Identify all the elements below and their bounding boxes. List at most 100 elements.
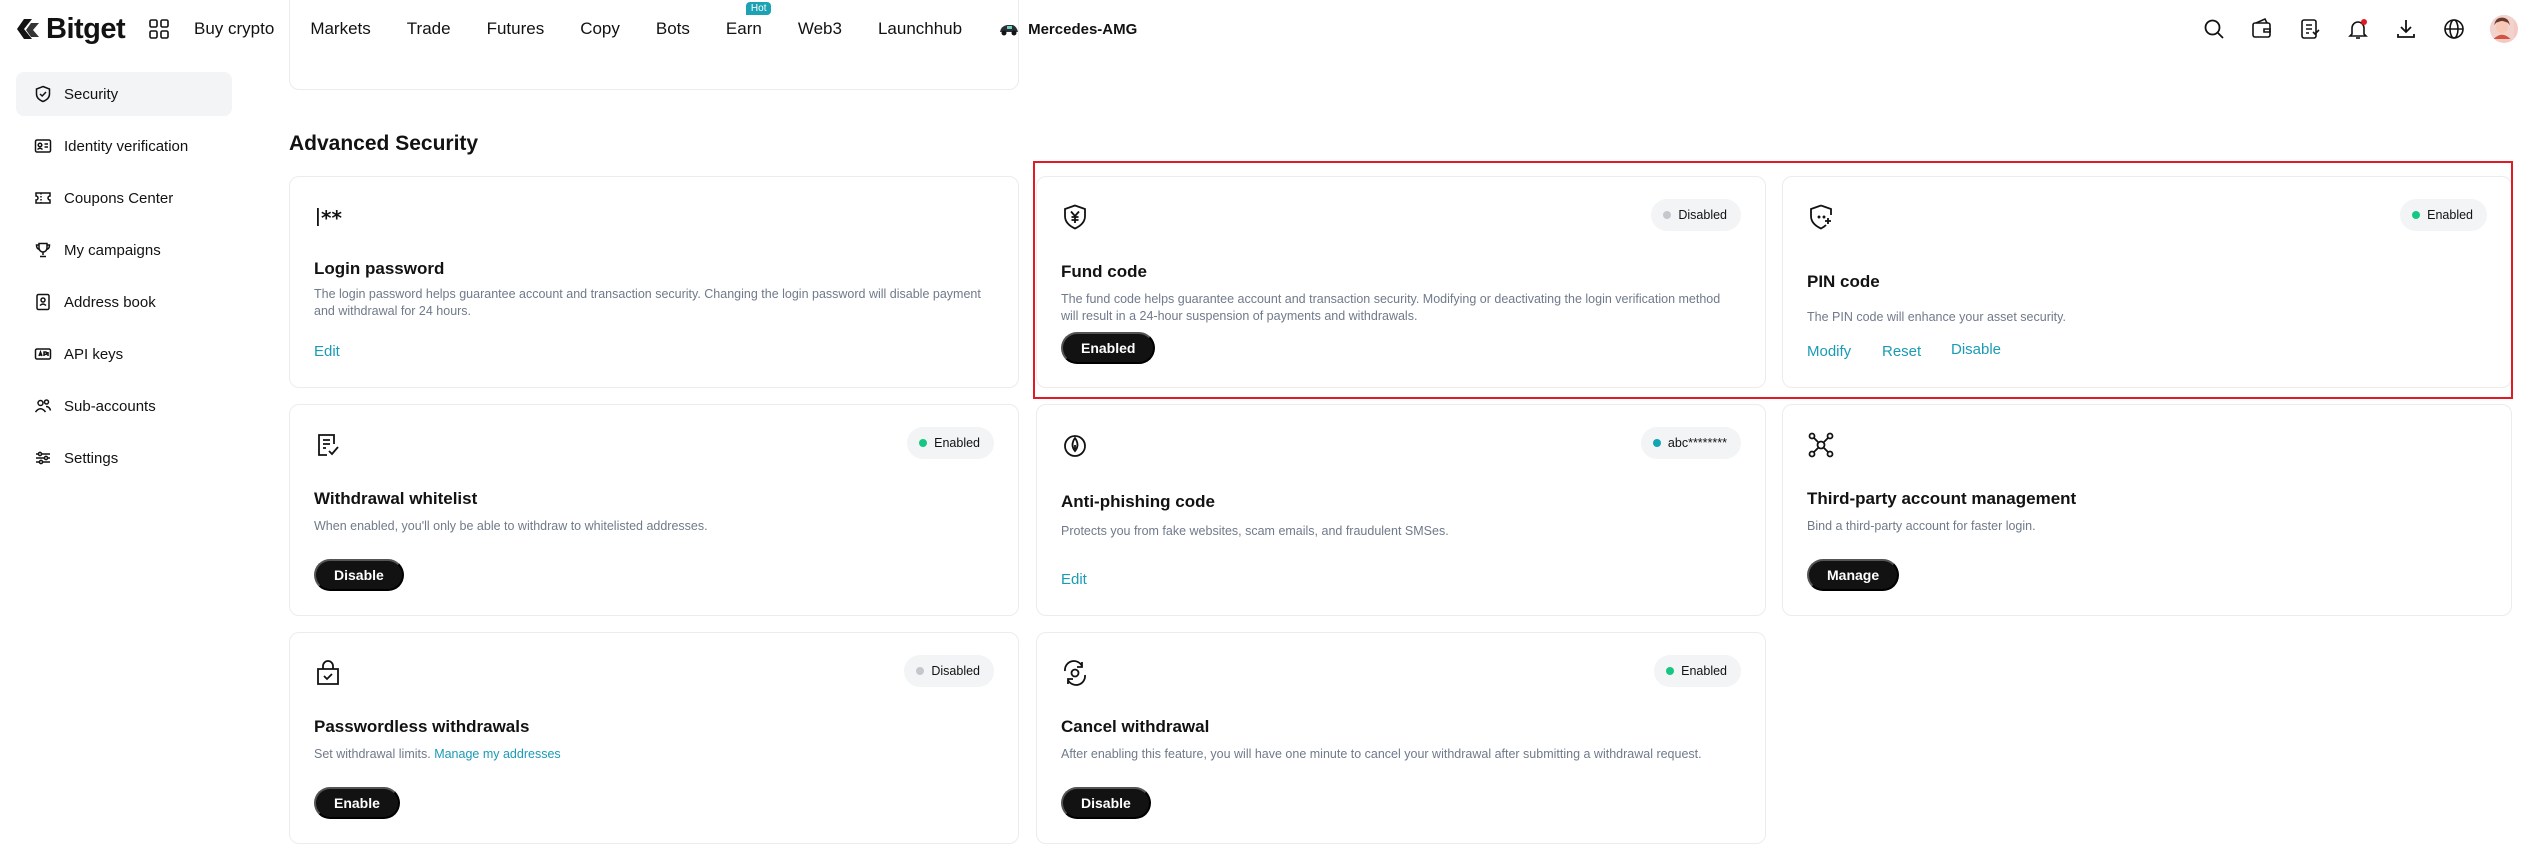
status-label: Enabled	[2427, 208, 2473, 222]
top-right-toolbar	[2202, 15, 2518, 43]
partner-label: Mercedes-AMG	[1028, 20, 1138, 38]
status-badge: abc********	[1640, 427, 1741, 459]
cancel-withdrawal-icon	[1064, 660, 1086, 686]
sidebar-item-my-campaigns[interactable]: My campaigns	[16, 228, 232, 272]
card-description: The fund code helps guarantee account an…	[1061, 292, 1721, 323]
wallet-icon[interactable]	[2250, 17, 2274, 41]
card-title: Anti-phishing code	[1061, 492, 1215, 511]
reset-pin-link[interactable]: Reset	[1882, 343, 1921, 360]
card-description: Protects you from fake websites, scam em…	[1061, 524, 1449, 538]
sidebar-item-coupons-center[interactable]: Coupons Center	[16, 176, 232, 220]
card-cancel-withdrawal: Enabled Cancel withdrawal After enabling…	[1036, 632, 1766, 844]
users-icon	[34, 399, 52, 413]
shield-icon	[35, 85, 51, 103]
sidebar-item-label: Coupons Center	[64, 189, 174, 207]
previous-card	[289, 0, 1019, 90]
svg-text:**: **	[321, 206, 342, 230]
status-badge: Enabled	[2400, 199, 2487, 231]
sidebar-item-sub-accounts[interactable]: Sub-accounts	[16, 384, 232, 428]
card-title: Third-party account management	[1807, 489, 2077, 508]
status-badge: Enabled	[907, 427, 994, 459]
sidebar-item-address-book[interactable]: Address book	[16, 280, 232, 324]
sidebar-item-label: My campaigns	[64, 241, 161, 259]
sidebar-item-label: Address book	[64, 293, 156, 311]
card-title: Passwordless withdrawals	[314, 717, 530, 736]
card-passwordless-withdrawals: Disabled Passwordless withdrawals Set wi…	[289, 632, 1019, 844]
edit-anti-phishing-link[interactable]: Edit	[1061, 571, 1087, 588]
edit-login-password-link[interactable]: Edit	[314, 343, 340, 360]
card-description: After enabling this feature, you will ha…	[1061, 747, 1702, 761]
card-pin-code: Enabled PIN code The PIN code will enhan…	[1782, 176, 2512, 388]
address-book-icon	[36, 293, 50, 311]
card-withdrawal-whitelist: Enabled Withdrawal whitelist When enable…	[289, 404, 1019, 616]
user-avatar[interactable]	[2490, 15, 2518, 43]
manage-addresses-link[interactable]: Manage my addresses	[434, 747, 560, 761]
card-title: Fund code	[1061, 262, 1147, 281]
anti-phishing-icon	[1064, 435, 1086, 457]
checklist-icon	[318, 434, 339, 456]
status-dot	[1666, 667, 1675, 675]
card-fund-code: Disabled Fund code The fund code helps g…	[1036, 176, 1766, 388]
brand-name: Bitget	[46, 13, 126, 45]
sidebar: Security Identity verification Coupons C…	[16, 72, 232, 488]
sidebar-item-label: Sub-accounts	[64, 397, 156, 415]
api-key-icon	[34, 348, 52, 360]
card-description: Set withdrawal limits. Manage my address…	[314, 746, 990, 763]
anti-phishing-code-value: abc********	[1667, 436, 1727, 450]
sliders-icon	[36, 451, 50, 465]
card-login-password: ** Login password The login password hel…	[289, 176, 1019, 388]
card-title: Withdrawal whitelist	[314, 489, 478, 508]
orders-icon[interactable]	[2298, 17, 2322, 41]
sidebar-item-label: Identity verification	[64, 137, 189, 155]
card-description: When enabled, you'll only be able to wit…	[314, 519, 708, 533]
status-dot	[1652, 439, 1661, 447]
status-dot	[916, 667, 925, 675]
network-nodes-icon	[1808, 432, 1834, 458]
card-description: Bind a third-party account for faster lo…	[1807, 519, 2036, 533]
card-title: Login password	[314, 259, 445, 278]
passwordless-enable-button[interactable]: Enable	[314, 787, 400, 819]
sidebar-item-label: Security	[64, 85, 119, 103]
download-icon[interactable]	[2394, 17, 2418, 41]
card-description: The login password helps guarantee accou…	[314, 287, 981, 318]
status-badge: Enabled	[1654, 655, 1741, 687]
disable-pin-link[interactable]: Disable	[1951, 341, 2001, 358]
nav-buy-crypto[interactable]: Buy crypto	[194, 19, 274, 39]
status-label: Enabled	[934, 436, 980, 450]
modify-pin-link[interactable]: Modify	[1807, 343, 1851, 360]
card-description-text: Set withdrawal limits.	[314, 747, 431, 761]
third-party-manage-button[interactable]: Manage	[1807, 559, 1900, 591]
sidebar-item-settings[interactable]: Settings	[16, 436, 232, 480]
status-badge: Disabled	[904, 655, 994, 687]
fund-code-enable-button[interactable]: Enabled	[1061, 332, 1156, 364]
notification-bell-icon[interactable]	[2346, 17, 2370, 41]
sidebar-item-identity-verification[interactable]: Identity verification	[16, 124, 232, 168]
status-dot	[2412, 211, 2421, 219]
card-description: The PIN code will enhance your asset sec…	[1807, 310, 2066, 324]
pin-shield-icon	[1810, 204, 1832, 230]
card-title: PIN code	[1807, 272, 1880, 291]
card-third-party: Third-party account management Bind a th…	[1782, 404, 2512, 616]
bitget-logo[interactable]: Bitget	[14, 13, 126, 46]
globe-icon[interactable]	[2442, 17, 2466, 41]
sidebar-item-label: API keys	[64, 345, 124, 363]
id-card-icon	[34, 139, 52, 153]
sidebar-item-api-keys[interactable]: API keys	[16, 332, 232, 376]
card-title: Cancel withdrawal	[1061, 717, 1210, 736]
search-icon[interactable]	[2202, 17, 2226, 41]
whitelist-disable-button[interactable]: Disable	[314, 559, 404, 591]
sidebar-item-label: Settings	[64, 449, 119, 467]
status-label: Disabled	[1678, 208, 1727, 222]
password-asterisk-icon: **	[317, 206, 342, 230]
apps-grid-icon[interactable]	[148, 18, 170, 40]
status-label: Enabled	[1681, 664, 1727, 678]
cancel-withdrawal-disable-button[interactable]: Disable	[1061, 787, 1151, 819]
bitget-logo-icon	[17, 18, 39, 39]
status-dot	[919, 439, 928, 447]
sidebar-item-security[interactable]: Security	[16, 72, 232, 116]
yuan-shield-icon	[1064, 204, 1086, 230]
status-badge: Disabled	[1651, 199, 1741, 231]
bag-check-icon	[317, 660, 339, 685]
status-dot	[1663, 211, 1672, 219]
avatar-face-icon	[2490, 15, 2514, 39]
